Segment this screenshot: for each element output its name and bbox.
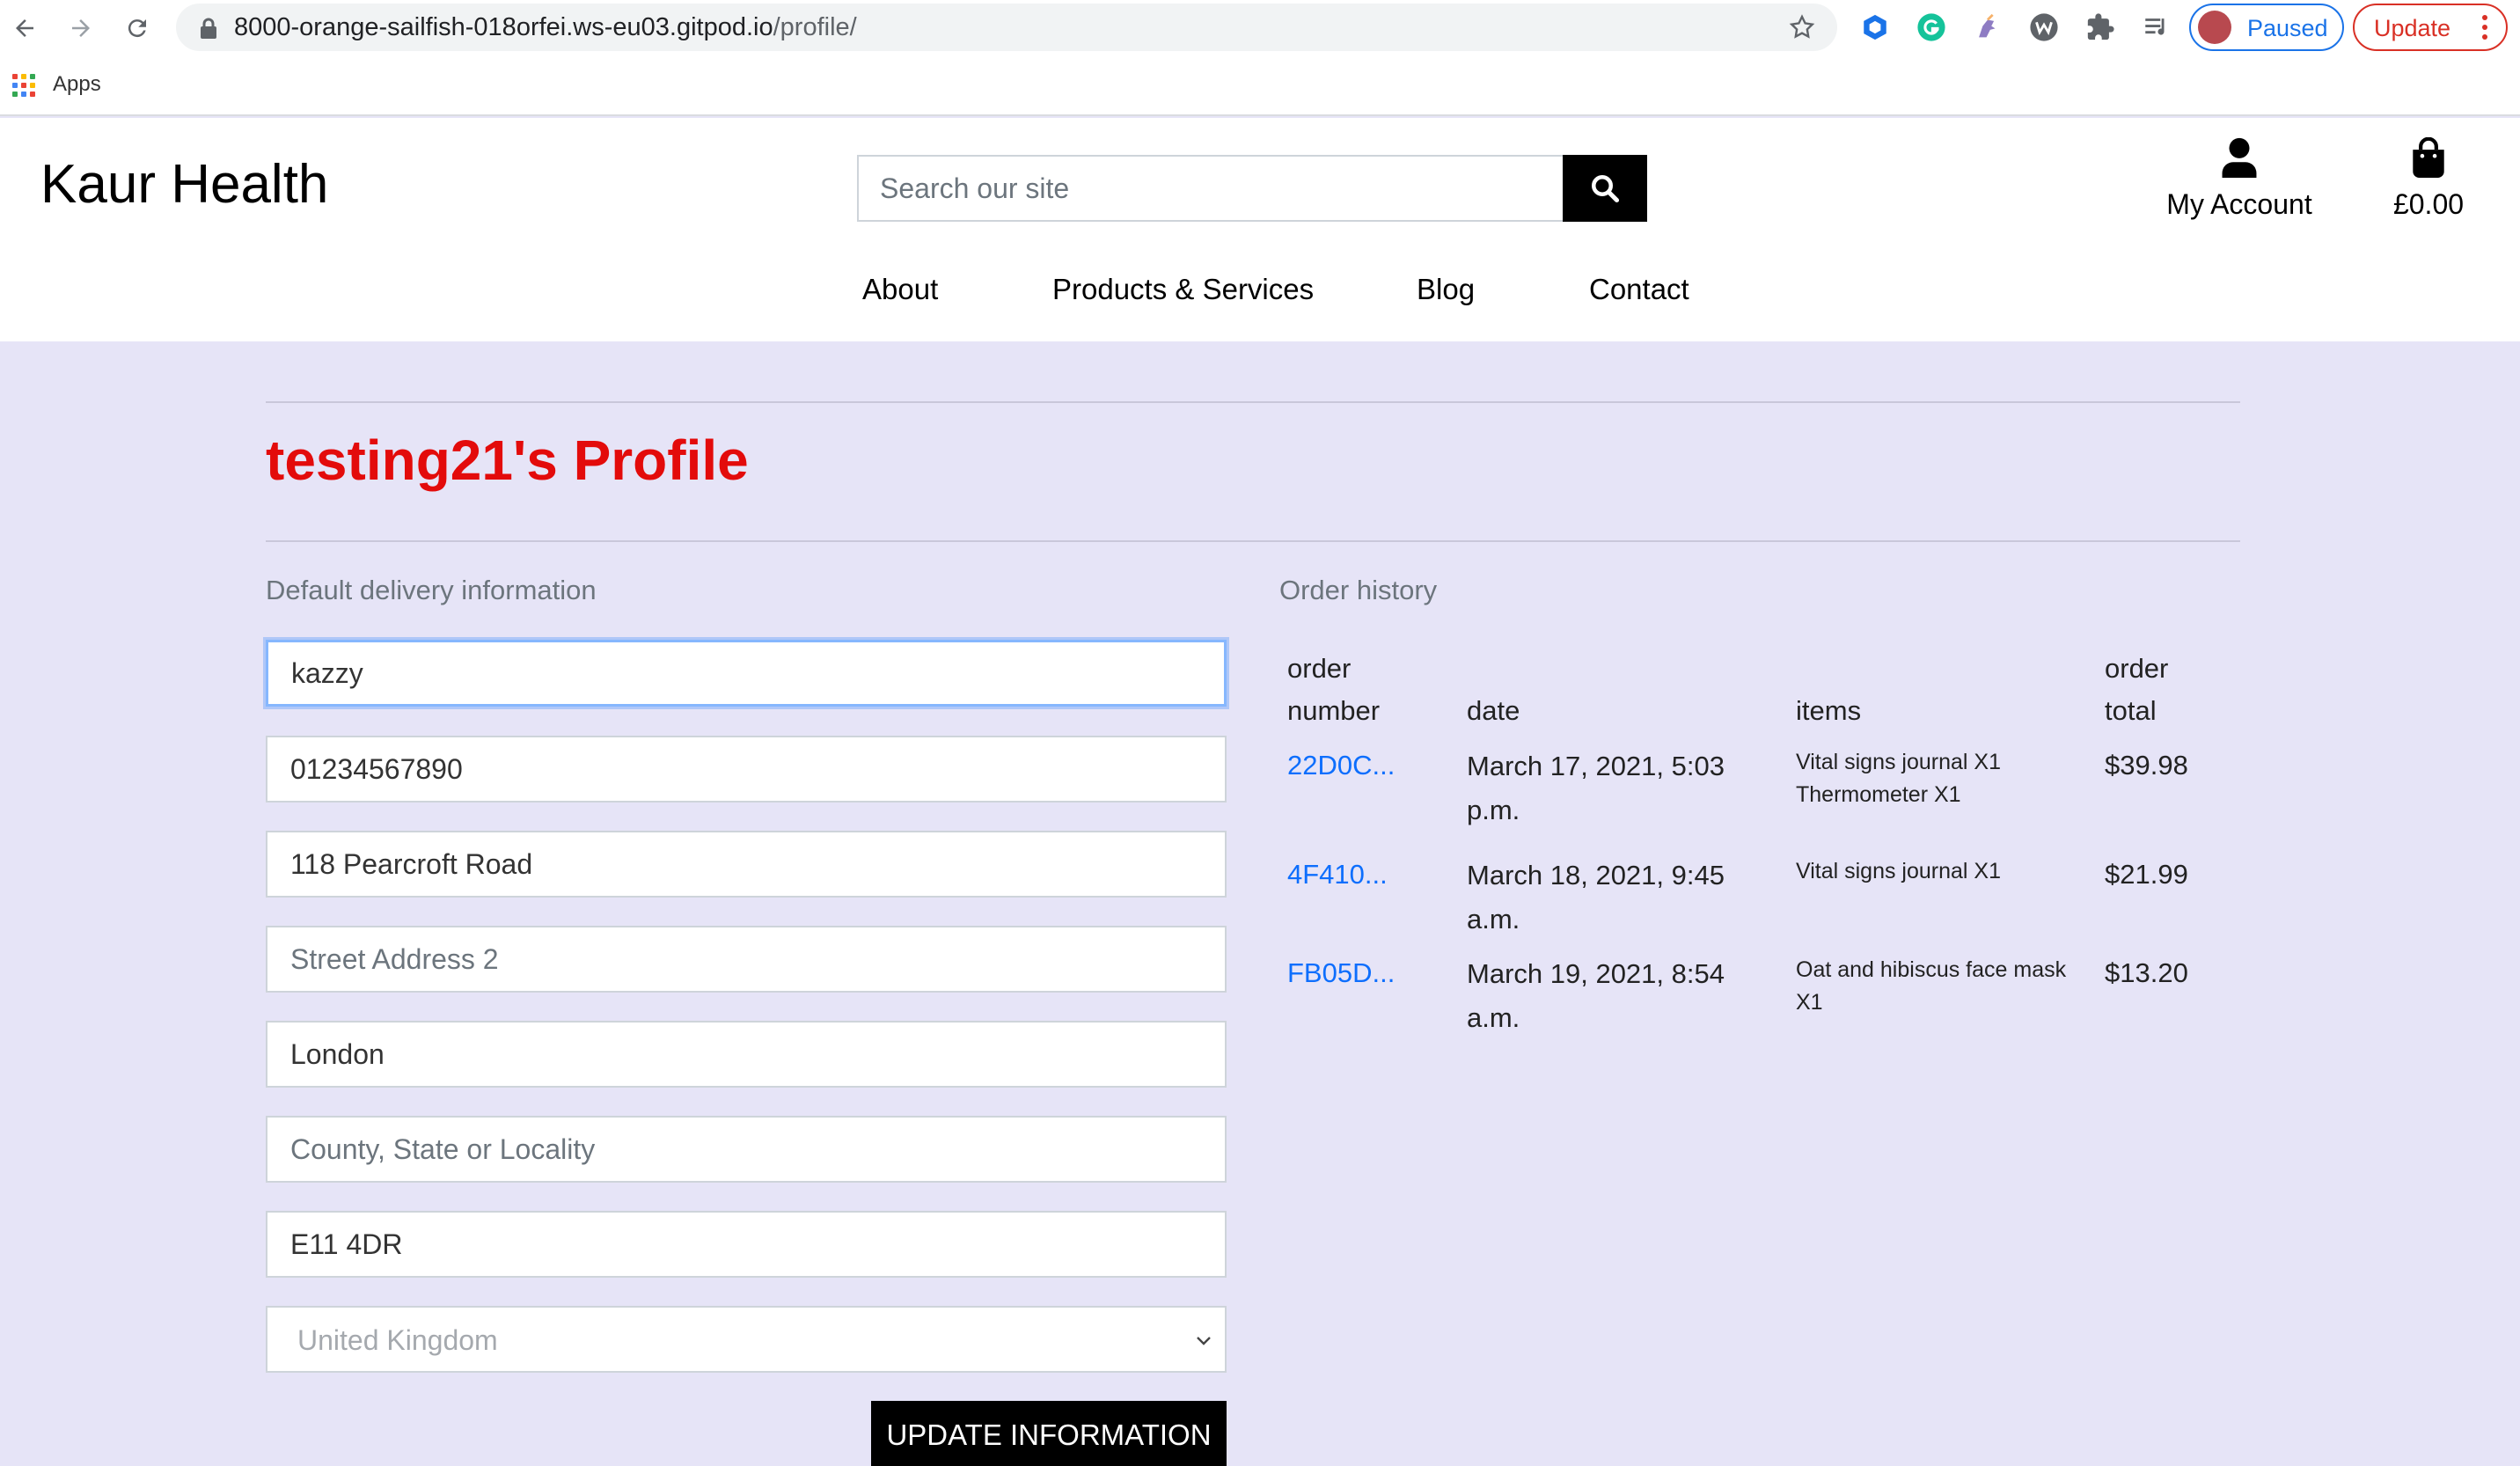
street-address-2-field[interactable]: [266, 926, 1227, 993]
back-icon[interactable]: [5, 9, 44, 48]
puzzle-icon[interactable]: [2084, 11, 2117, 44]
column-header-order-total: order total: [2105, 648, 2168, 732]
order-number-link[interactable]: 22D0C...: [1287, 750, 1395, 781]
order-items: Vital signs journal X1 Thermometer X1: [1796, 746, 2095, 811]
order-total: $13.20: [2105, 957, 2188, 988]
county-field[interactable]: [266, 1116, 1227, 1183]
url-text: 8000-orange-sailfish-018orfei.ws-eu03.gi…: [234, 13, 857, 42]
order-number-link[interactable]: FB05D...: [1287, 957, 1395, 989]
street-address-1-field[interactable]: [266, 831, 1227, 898]
unicorn-extension-icon[interactable]: [1971, 11, 2004, 44]
full-name-field[interactable]: [266, 640, 1227, 707]
apps-grid-icon[interactable]: [12, 74, 35, 97]
search-button[interactable]: [1563, 155, 1647, 222]
order-item-line: Vital signs journal X1: [1796, 750, 2002, 774]
nav-about[interactable]: About: [862, 273, 938, 306]
profile-status: Paused: [2247, 15, 2328, 41]
wordtune-icon[interactable]: [2027, 11, 2061, 44]
order-date-line: March 17, 2021, 5:03: [1467, 751, 1725, 781]
my-account-label: My Account: [2166, 188, 2312, 220]
nav-blog[interactable]: Blog: [1417, 273, 1475, 306]
order-date-line: March 19, 2021, 8:54: [1467, 958, 1725, 989]
column-header-line: number: [1287, 695, 1381, 726]
column-header-date: date: [1467, 695, 1520, 726]
browser-update-button[interactable]: Update: [2353, 4, 2508, 51]
order-items: Oat and hibiscus face mask X1: [1796, 954, 2095, 1019]
more-vert-icon: [2482, 15, 2487, 40]
country-select[interactable]: United Kingdom: [266, 1306, 1227, 1373]
apps-bookmark[interactable]: Apps: [53, 72, 101, 97]
divider: [266, 401, 2240, 403]
my-account-link[interactable]: My Account: [2161, 137, 2318, 221]
update-information-button[interactable]: UPDATE INFORMATION: [871, 1401, 1227, 1466]
order-date-line: a.m.: [1467, 1002, 1520, 1033]
delivery-heading: Default delivery information: [266, 575, 597, 605]
column-header-items: items: [1796, 695, 1862, 726]
update-label: Update: [2374, 15, 2451, 41]
order-date-line: March 18, 2021, 9:45: [1467, 860, 1725, 891]
profile-paused-button[interactable]: Paused: [2189, 4, 2344, 51]
order-number-link[interactable]: 4F410...: [1287, 859, 1388, 891]
column-header-line: order: [2105, 653, 2169, 684]
order-item-line: Thermometer X1: [1796, 782, 1961, 807]
address-bar[interactable]: 8000-orange-sailfish-018orfei.ws-eu03.gi…: [176, 4, 1837, 51]
site-header: Kaur Health My Account £0.00 About Produ…: [0, 118, 2520, 341]
order-date: March 19, 2021, 8:54 a.m.: [1467, 952, 1757, 1040]
order-total: $39.98: [2105, 750, 2188, 781]
main-nav: About Products & Services Blog Contact: [0, 273, 2520, 317]
star-icon[interactable]: [1788, 13, 1816, 41]
chevron-down-icon: [1197, 1337, 1211, 1345]
order-history-heading: Order history: [1279, 575, 1438, 605]
media-queue-icon[interactable]: [2140, 11, 2173, 44]
reload-icon[interactable]: [118, 9, 157, 48]
postcode-field[interactable]: [266, 1211, 1227, 1278]
lock-icon: [201, 18, 216, 39]
phone-field[interactable]: [266, 736, 1227, 803]
cart-link[interactable]: £0.00: [2376, 137, 2481, 221]
browser-toolbar: 8000-orange-sailfish-018orfei.ws-eu03.gi…: [0, 0, 2520, 116]
order-item-line: Vital signs journal X1: [1796, 859, 2002, 883]
order-date: March 17, 2021, 5:03 p.m.: [1467, 744, 1757, 832]
user-icon: [2222, 137, 2257, 178]
brand-logo[interactable]: Kaur Health: [40, 153, 328, 216]
bookmarks-bar: Apps: [0, 65, 2520, 106]
url-path: /profile/: [773, 13, 857, 41]
search-icon: [1592, 175, 1620, 203]
order-date: March 18, 2021, 9:45 a.m.: [1467, 854, 1757, 942]
cart-total: £0.00: [2392, 188, 2465, 220]
order-date-line: p.m.: [1467, 795, 1520, 825]
page-title: testing21's Profile: [266, 429, 749, 492]
nav-products-services[interactable]: Products & Services: [1052, 273, 1314, 306]
column-header-line: order: [1287, 653, 1352, 684]
column-header-order-number: order number: [1287, 648, 1380, 732]
url-host: 8000-orange-sailfish-018orfei.ws-eu03.gi…: [234, 13, 773, 41]
column-header-line: total: [2105, 695, 2157, 726]
site-search: [857, 155, 1647, 222]
order-item-line: Oat and hibiscus face mask: [1796, 957, 2067, 982]
extension-hexagon-icon[interactable]: [1858, 11, 1892, 44]
grammarly-icon[interactable]: [1915, 11, 1948, 44]
avatar: [2198, 11, 2231, 44]
order-total: $21.99: [2105, 859, 2188, 890]
forward-icon[interactable]: [62, 9, 100, 48]
town-city-field[interactable]: [266, 1021, 1227, 1088]
order-items: Vital signs journal X1: [1796, 855, 2095, 888]
nav-contact[interactable]: Contact: [1589, 273, 1689, 306]
order-date-line: a.m.: [1467, 904, 1520, 935]
shopping-bag-icon: [2413, 137, 2444, 178]
order-item-line: X1: [1796, 990, 1823, 1015]
country-selected-value: United Kingdom: [297, 1324, 498, 1356]
divider: [266, 540, 2240, 542]
search-input[interactable]: [857, 155, 1563, 222]
